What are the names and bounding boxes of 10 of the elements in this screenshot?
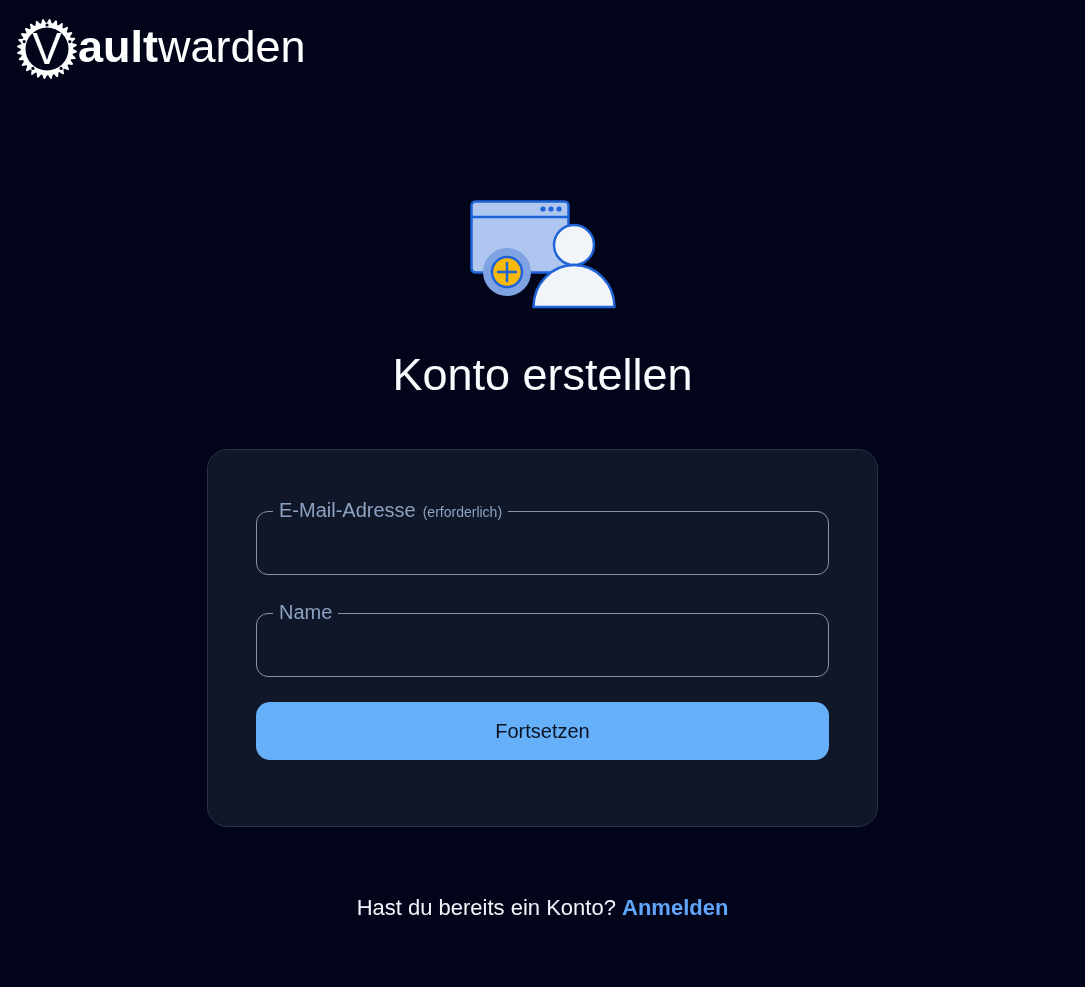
page-heading: Konto erstellen: [392, 348, 693, 402]
logo-wordmark: aultwarden: [78, 24, 306, 69]
field-label: E-Mail-Adresse: [279, 499, 416, 521]
login-prompt: Hast du bereits ein Konto? Anmelden: [356, 894, 729, 922]
field-label: Name: [279, 601, 333, 623]
gear-icon: [17, 17, 77, 80]
sign-in-link[interactable]: Anmelden: [622, 895, 729, 920]
continue-button[interactable]: Fortsetzen: [256, 702, 829, 760]
required-hint: (erforderlich): [422, 504, 503, 520]
logo-letter: V: [32, 26, 62, 71]
